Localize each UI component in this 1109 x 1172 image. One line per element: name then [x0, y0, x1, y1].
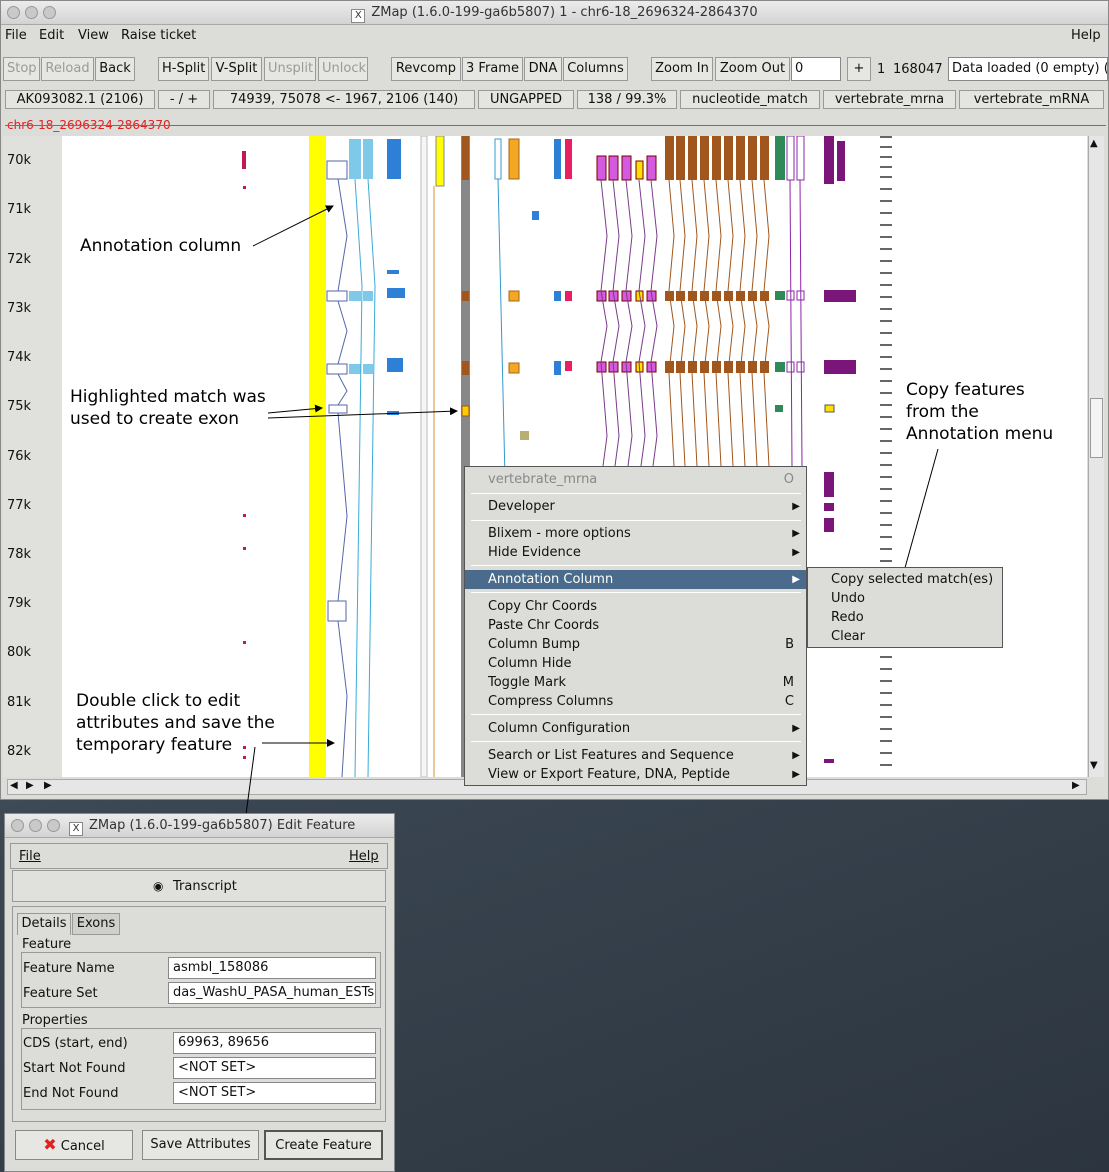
transcript-radio-row: ◉ Transcript: [12, 870, 386, 902]
arrow-highlighted-1: [267, 404, 323, 414]
edit-feature-window: X ZMap (1.6.0-199-ga6b5807) Edit Feature …: [4, 813, 395, 1172]
menu-item-paste-chr-coords[interactable]: Paste Chr Coords: [465, 616, 806, 635]
group-feature-label: Feature: [22, 937, 72, 952]
submenu-arrow-icon: ▶: [792, 547, 800, 558]
feature-name-field[interactable]: asmbl_158086: [168, 957, 376, 979]
save-attributes-button[interactable]: Save Attributes: [142, 1130, 259, 1160]
x11-icon: X: [69, 822, 83, 836]
arrow-copy-features: [901, 448, 939, 576]
radio-transcript-label: Transcript: [173, 879, 237, 894]
menu-item-compress-columns[interactable]: Compress Columns C: [465, 692, 806, 711]
menu-item-blixem[interactable]: Blixem - more options ▶: [465, 524, 806, 543]
minimize-window-button[interactable]: [29, 819, 42, 832]
zoom-window-button[interactable]: [47, 819, 60, 832]
menu-header-column: vertebrate_mrna O: [488, 472, 794, 487]
menu-item-toggle-mark[interactable]: Toggle Mark M: [465, 673, 806, 692]
edit-titlebar: X ZMap (1.6.0-199-ga6b5807) Edit Feature: [5, 814, 394, 838]
cds-field[interactable]: 69963, 89656: [173, 1032, 376, 1054]
end-not-found-label: End Not Found: [23, 1086, 119, 1101]
feature-set-label: Feature Set: [23, 986, 98, 1001]
submenu-arrow-icon: ▶: [792, 723, 800, 734]
menu-item-column-hide[interactable]: Column Hide: [465, 654, 806, 673]
edit-window-title: ZMap (1.6.0-199-ga6b5807) Edit Feature: [89, 818, 356, 833]
annotation-submenu: Copy selected match(es) Undo Redo Clear: [807, 567, 1003, 648]
submenu-arrow-icon: ▶: [792, 750, 800, 761]
menu-item-copy-chr-coords[interactable]: Copy Chr Coords: [465, 597, 806, 616]
menu-item-hide-evidence[interactable]: Hide Evidence ▶: [465, 543, 806, 562]
edit-tabs-panel: Details Exons Feature Feature Name asmbl…: [12, 906, 386, 1122]
close-window-button[interactable]: [11, 819, 24, 832]
arrow-highlighted-2: [267, 407, 458, 419]
submenu-arrow-icon: ▶: [792, 574, 800, 585]
group-properties-label: Properties: [22, 1013, 88, 1028]
arrow-annotation-column: [252, 205, 334, 247]
submenu-arrow-icon: ▶: [792, 528, 800, 539]
menu-item-column-configuration[interactable]: Column Configuration ▶: [465, 719, 806, 738]
cds-label: CDS (start, end): [23, 1036, 128, 1051]
menu-item-developer[interactable]: Developer ▶: [465, 497, 806, 516]
start-not-found-label: Start Not Found: [23, 1061, 126, 1076]
menu-item-search[interactable]: Search or List Features and Sequence ▶: [465, 746, 806, 765]
edit-menubar: File Help: [10, 843, 388, 869]
submenu-copy-selected[interactable]: Copy selected match(es): [831, 570, 993, 589]
menu-item-annotation-column[interactable]: Annotation Column ▶: [465, 570, 806, 589]
feature-name-label: Feature Name: [23, 961, 115, 976]
edit-menu-help[interactable]: Help: [349, 849, 379, 864]
edit-menu-file[interactable]: File: [19, 849, 41, 864]
start-not-found-field[interactable]: <NOT SET>: [173, 1057, 376, 1079]
submenu-arrow-icon: ▶: [792, 769, 800, 780]
create-feature-button[interactable]: Create Feature: [264, 1130, 383, 1160]
submenu-clear[interactable]: Clear: [831, 627, 865, 646]
menu-item-column-bump[interactable]: Column Bump B: [465, 635, 806, 654]
radio-selected-icon[interactable]: ◉: [153, 879, 163, 893]
menu-item-view-export[interactable]: View or Export Feature, DNA, Peptide ▶: [465, 765, 806, 784]
tab-details[interactable]: Details: [17, 913, 71, 935]
submenu-undo[interactable]: Undo: [831, 589, 865, 608]
cancel-button[interactable]: ✖ Cancel: [15, 1130, 133, 1160]
tab-exons[interactable]: Exons: [72, 913, 120, 935]
submenu-redo[interactable]: Redo: [831, 608, 864, 627]
submenu-arrow-icon: ▶: [792, 501, 800, 512]
feature-set-field[interactable]: das_WashU_PASA_human_ESTs: [168, 982, 376, 1004]
context-menu: vertebrate_mrna O Developer ▶ Blixem - mor…: [464, 466, 807, 786]
end-not-found-field[interactable]: <NOT SET>: [173, 1082, 376, 1104]
cancel-x-icon: ✖: [43, 1135, 57, 1154]
